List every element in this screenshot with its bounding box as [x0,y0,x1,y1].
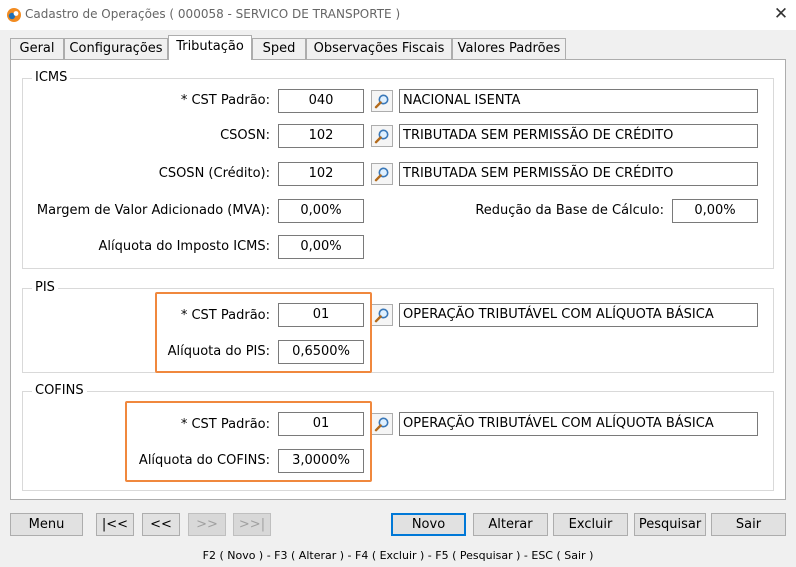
app-logo-icon [6,7,22,23]
next-record-button[interactable]: >> [188,513,226,536]
icms-csosn-description: TRIBUTADA SEM PERMISSÃO DE CRÉDITO [399,124,758,148]
tab-geral[interactable]: Geral [10,38,64,59]
novo-button[interactable]: Novo [391,513,466,536]
cofins-highlight-box [125,401,372,482]
cofins-cst-description: OPERAÇÃO TRIBUTÁVEL COM ALÍQUOTA BÁSICA [399,412,758,436]
pesquisar-button[interactable]: Pesquisar [634,513,706,536]
magnifier-icon[interactable] [371,125,393,147]
icms-csosn-credito-label: CSOSN (Crédito): [158,166,270,181]
icms-aliquota-input[interactable]: 0,00% [278,235,364,259]
last-record-button[interactable]: >>| [233,513,271,536]
previous-record-button[interactable]: << [142,513,180,536]
pis-group [22,288,774,373]
icms-cst-input[interactable]: 040 [278,89,364,113]
icms-reducao-label: Redução da Base de Cálculo: [475,203,664,218]
alterar-button[interactable]: Alterar [473,513,548,536]
icms-csosn-credito-description: TRIBUTADA SEM PERMISSÃO DE CRÉDITO [399,162,758,186]
pis-group-title: PIS [32,280,58,295]
icms-aliquota-label: Alíquota do Imposto ICMS: [98,239,270,254]
icms-cst-label: * CST Padrão: [180,93,270,108]
magnifier-icon[interactable] [371,304,393,326]
icms-csosn-input[interactable]: 102 [278,124,364,148]
icms-cst-description: NACIONAL ISENTA [399,89,758,113]
magnifier-icon[interactable] [371,413,393,435]
icms-group-title: ICMS [32,70,71,85]
first-record-button[interactable]: |<< [96,513,134,536]
menu-button[interactable]: Menu [10,513,83,536]
sair-button[interactable]: Sair [711,513,786,536]
pis-cst-description: OPERAÇÃO TRIBUTÁVEL COM ALÍQUOTA BÁSICA [399,303,758,327]
close-icon[interactable]: ✕ [770,3,792,25]
magnifier-icon[interactable] [371,90,393,112]
excluir-button[interactable]: Excluir [553,513,628,536]
tab-tributacao[interactable]: Tributação [168,35,252,60]
icms-mva-input[interactable]: 0,00% [278,199,364,223]
icms-reducao-input[interactable]: 0,00% [672,199,758,223]
icms-csosn-label: CSOSN: [220,128,270,143]
cofins-group-title: COFINS [32,383,87,398]
window-title: Cadastro de Operações ( 000058 - SERVICO… [25,7,401,21]
tab-valores-padroes[interactable]: Valores Padrões [452,38,566,59]
tab-configuracoes[interactable]: Configurações [64,38,168,59]
icms-csosn-credito-input[interactable]: 102 [278,162,364,186]
shortcut-hints: F2 ( Novo ) - F3 ( Alterar ) - F4 ( Excl… [202,549,594,562]
magnifier-icon[interactable] [371,163,393,185]
icms-mva-label: Margem de Valor Adicionado (MVA): [36,203,270,218]
pis-highlight-box [155,292,372,373]
tab-sped[interactable]: Sped [252,38,306,59]
tab-observacoes-fiscais[interactable]: Observações Fiscais [306,38,452,59]
